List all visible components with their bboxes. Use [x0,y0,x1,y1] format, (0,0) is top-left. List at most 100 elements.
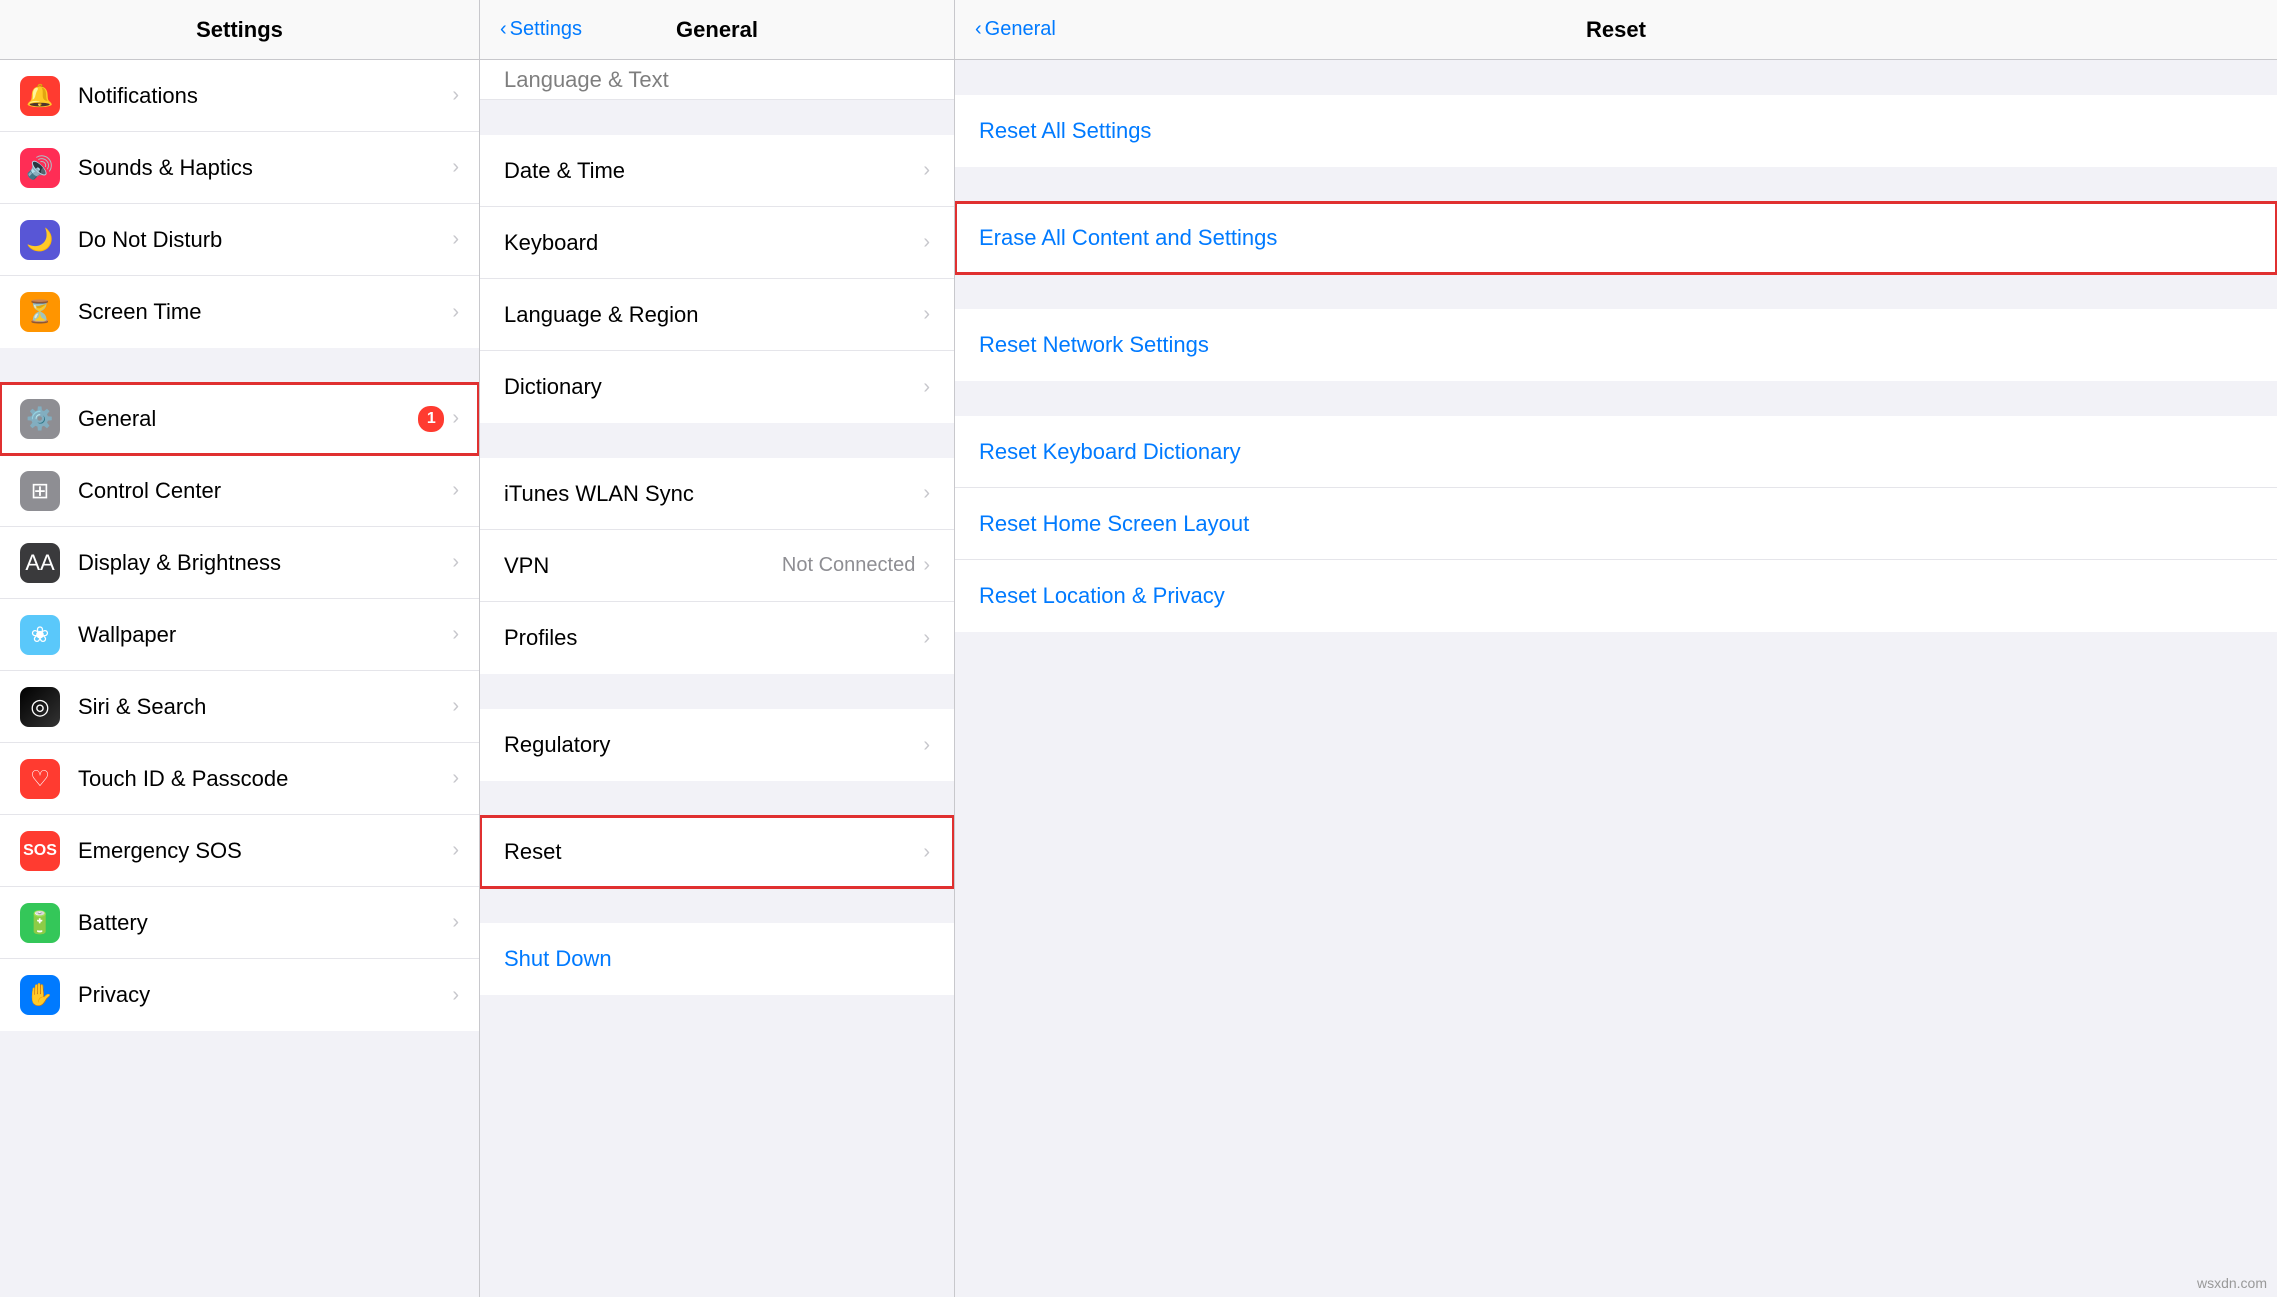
reset-row-erase-all[interactable]: Erase All Content and Settings [955,202,2277,274]
chevron-right-icon: › [923,231,930,254]
settings-row-privacy[interactable]: ✋Privacy› [0,959,479,1031]
general-row-date-time[interactable]: Date & Time› [480,135,954,207]
settings-title: Settings [196,17,283,43]
general-badge: 1 [418,406,444,432]
reset-keyboard-label: Reset Keyboard Dictionary [979,439,1241,465]
reset-row-reset-all-settings[interactable]: Reset All Settings [955,95,2277,167]
date-time-label: Date & Time [504,158,923,184]
chevron-right-icon: › [452,228,459,251]
chevron-right-icon: › [452,839,459,862]
settings-row-touch-id[interactable]: ♡Touch ID & Passcode› [0,743,479,815]
chevron-right-icon: › [923,841,930,864]
general-list: Language & Text Date & Time›Keyboard›Lan… [480,60,954,1297]
reset-row-reset-home-screen[interactable]: Reset Home Screen Layout [955,488,2277,560]
display-brightness-label: Display & Brightness [78,550,452,576]
settings-row-control-center[interactable]: ⊞ Control Center› [0,455,479,527]
general-row-profiles[interactable]: Profiles› [480,602,954,674]
reset-list: Reset All Settings Erase All Content and … [955,60,2277,1297]
settings-row-wallpaper[interactable]: ❀Wallpaper› [0,599,479,671]
chevron-right-icon: › [923,376,930,399]
back-label: Settings [510,18,582,41]
itunes-sync-label: iTunes WLAN Sync [504,481,923,507]
settings-list: 🔔Notifications›🔊Sounds & Haptics›🌙Do Not… [0,60,479,1297]
control-center-icon: ⊞ [20,471,60,511]
general-row-reset[interactable]: Reset› [480,816,954,888]
privacy-label: Privacy [78,982,452,1008]
regulatory-label: Regulatory [504,732,923,758]
shut-down-label: Shut Down [504,946,612,972]
emergency-sos-label: Emergency SOS [78,838,452,864]
general-row-language-region[interactable]: Language & Region› [480,279,954,351]
settings-row-battery[interactable]: 🔋Battery› [0,887,479,959]
chevron-right-icon: › [452,551,459,574]
general-back-button[interactable]: ‹ General [975,18,1056,41]
emergency-sos-icon: SOS [20,831,60,871]
erase-all-label: Erase All Content and Settings [979,225,1277,251]
touch-id-label: Touch ID & Passcode [78,766,452,792]
back-chevron-icon: ‹ [975,18,982,41]
partial-item: Language & Text [480,60,954,100]
general-row-dictionary[interactable]: Dictionary› [480,351,954,423]
general-label: General [78,406,418,432]
chevron-right-icon: › [923,159,930,182]
keyboard-label: Keyboard [504,230,923,256]
reset-title: Reset [1586,17,1646,43]
general-row-vpn[interactable]: VPNNot Connected › [480,530,954,602]
chevron-right-icon: › [452,301,459,324]
notifications-icon: 🔔 [20,76,60,116]
settings-row-notifications[interactable]: 🔔 Notifications› [0,60,479,132]
reset-label: Reset [504,839,923,865]
settings-row-emergency-sos[interactable]: SOS Emergency SOS› [0,815,479,887]
touch-id-icon: ♡ [20,759,60,799]
general-row-regulatory[interactable]: Regulatory› [480,709,954,781]
reset-all-settings-label: Reset All Settings [979,118,1151,144]
shut-down-row[interactable]: Shut Down [480,923,954,995]
screen-time-icon: ⏳ [20,292,60,332]
chevron-right-icon: › [452,84,459,107]
settings-row-display-brightness[interactable]: AA Display & Brightness› [0,527,479,599]
reset-location-privacy-label: Reset Location & Privacy [979,583,1225,609]
settings-row-general[interactable]: ⚙️General1› [0,383,479,455]
reset-row-reset-keyboard[interactable]: Reset Keyboard Dictionary [955,416,2277,488]
settings-row-siri-search[interactable]: ◎ Siri & Search› [0,671,479,743]
reset-row-reset-location-privacy[interactable]: Reset Location & Privacy [955,560,2277,632]
battery-icon: 🔋 [20,903,60,943]
chevron-right-icon: › [452,911,459,934]
settings-row-screen-time[interactable]: ⏳ Screen Time› [0,276,479,348]
reset-network-label: Reset Network Settings [979,332,1209,358]
chevron-right-icon: › [452,695,459,718]
control-center-label: Control Center [78,478,452,504]
reset-row-reset-network[interactable]: Reset Network Settings [955,309,2277,381]
do-not-disturb-label: Do Not Disturb [78,227,452,253]
notifications-label: Notifications [78,83,452,109]
profiles-label: Profiles [504,625,923,651]
siri-search-label: Siri & Search [78,694,452,720]
settings-column: Settings 🔔Notifications›🔊Sounds & Haptic… [0,0,480,1297]
general-row-itunes-sync[interactable]: iTunes WLAN Sync› [480,458,954,530]
settings-header: Settings [0,0,479,60]
general-row-keyboard[interactable]: Keyboard› [480,207,954,279]
wallpaper-icon: ❀ [20,615,60,655]
general-icon: ⚙️ [20,399,60,439]
chevron-right-icon: › [452,984,459,1007]
vpn-label: VPN [504,553,782,579]
sounds-label: Sounds & Haptics [78,155,452,181]
back-chevron-icon: ‹ [500,18,507,41]
chevron-right-icon: › [923,554,930,577]
do-not-disturb-icon: 🌙 [20,220,60,260]
chevron-right-icon: › [923,303,930,326]
watermark: wsxdn.com [2197,1275,2267,1291]
chevron-right-icon: › [452,623,459,646]
settings-row-do-not-disturb[interactable]: 🌙 Do Not Disturb› [0,204,479,276]
display-brightness-icon: AA [20,543,60,583]
settings-row-sounds[interactable]: 🔊Sounds & Haptics› [0,132,479,204]
chevron-right-icon: › [452,156,459,179]
screen-time-label: Screen Time [78,299,452,325]
siri-search-icon: ◎ [20,687,60,727]
general-title: General [676,17,758,43]
chevron-right-icon: › [923,482,930,505]
vpn-value: Not Connected [782,554,915,577]
partial-text: Language & Text [504,67,669,93]
chevron-right-icon: › [452,479,459,502]
settings-back-button[interactable]: ‹ Settings [500,18,582,41]
